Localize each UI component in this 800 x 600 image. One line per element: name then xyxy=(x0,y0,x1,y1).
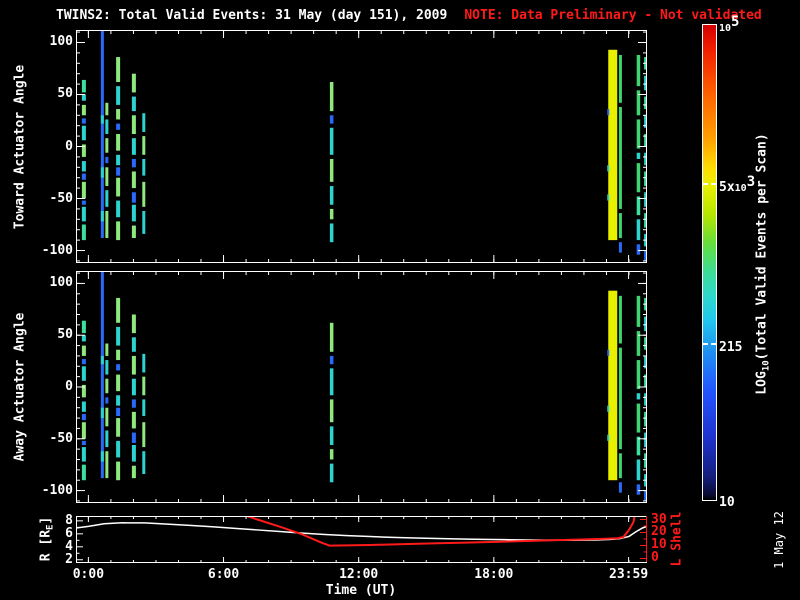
l-shell-line xyxy=(247,516,634,546)
away-ytick-label: -100 xyxy=(36,483,73,498)
colorbar-tick xyxy=(703,343,716,345)
away-axis-label: Away Actuator Angle xyxy=(13,313,28,462)
colorbar-tick xyxy=(703,183,716,185)
colorbar-scale-label-part: 10 xyxy=(719,495,735,510)
colorbar-scale-label: 10 xyxy=(719,491,735,510)
colorbar-scale-label-part: 5 xyxy=(731,14,739,30)
colorbar-scale-label-part: 215 xyxy=(719,340,742,355)
r-line xyxy=(76,523,647,541)
colorbar-scale-label-part: 10 xyxy=(719,23,731,34)
lshell-ytick-label: 0 xyxy=(651,550,693,565)
colorbar-scale-label: 105 xyxy=(719,16,739,35)
colorbar-label-rest: (Total Valid Events per Scan) xyxy=(755,133,770,360)
colorbar-scale-label-part: 10 xyxy=(735,183,747,194)
away-ytick-label: -50 xyxy=(36,431,73,446)
orbit-panel-canvas xyxy=(76,516,647,563)
toward-ytick-label: -50 xyxy=(36,191,73,206)
toward-ytick-label: -100 xyxy=(36,243,73,258)
away-ytick-label: 100 xyxy=(36,275,73,290)
plot-title-row: TWINS2: Total Valid Events: 31 May (day … xyxy=(56,8,762,23)
date-stamp: 1 May 12 xyxy=(772,511,786,569)
time-axis-label: Time (UT) xyxy=(261,583,461,598)
colorbar xyxy=(702,24,717,501)
toward-ytick-label: 0 xyxy=(36,139,73,154)
away-ytick-label: 0 xyxy=(36,379,73,394)
preliminary-note: NOTE: Data Preliminary - Not validated xyxy=(464,8,761,23)
page-title: TWINS2: Total Valid Events: 31 May (day … xyxy=(56,8,447,23)
time-tick-label: 6:00 xyxy=(192,567,256,582)
toward-ytick-label: 50 xyxy=(36,86,73,101)
time-tick-label: 23:59 xyxy=(597,567,661,582)
time-tick-label: 0:00 xyxy=(56,567,120,582)
time-tick-label: 18:00 xyxy=(462,567,526,582)
time-tick-label: 12:00 xyxy=(327,567,391,582)
colorbar-label-sub: 10 xyxy=(762,360,772,371)
colorbar-axis-label: LOG10(Total Valid Events per Scan) xyxy=(755,133,770,394)
colorbar-scale-label: 215 xyxy=(719,336,742,355)
colorbar-scale-label: 5x103 xyxy=(719,176,755,195)
screenshot-root: TWINS2: Total Valid Events: 31 May (day … xyxy=(0,0,800,600)
toward-axis-label: Toward Actuator Angle xyxy=(13,65,28,229)
colorbar-scale-label-part: 3 xyxy=(747,174,755,190)
away-ytick-label: 50 xyxy=(36,327,73,342)
colorbar-scale-label-part: 5x xyxy=(719,180,735,195)
colorbar-label-pre: LOG xyxy=(755,371,770,394)
toward-panel-canvas xyxy=(76,30,647,263)
r-ytick-label: 2 xyxy=(36,552,73,567)
toward-ytick-label: 100 xyxy=(36,34,73,49)
away-panel-canvas xyxy=(76,271,647,503)
